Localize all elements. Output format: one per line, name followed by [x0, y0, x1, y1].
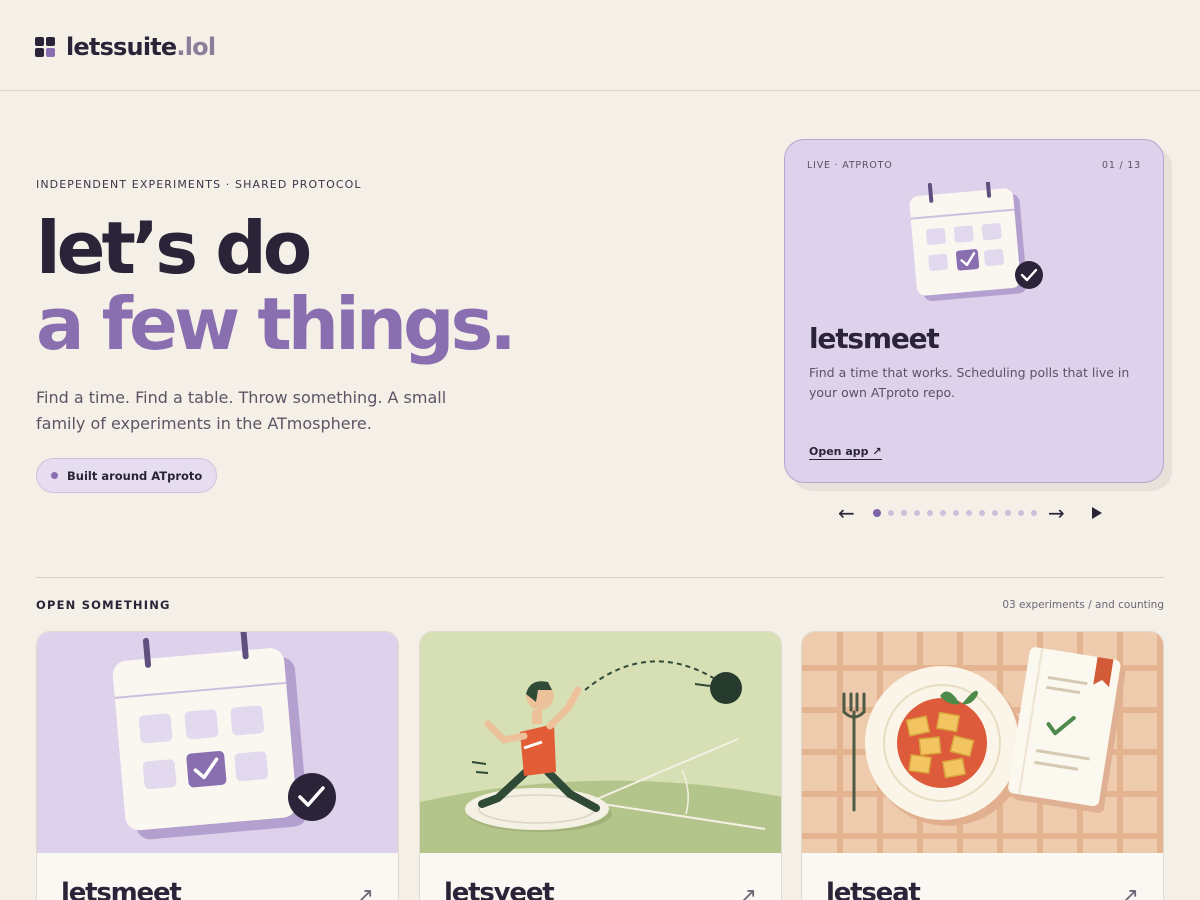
brand-name-main: letssuite: [66, 33, 177, 61]
dinner-plate-menu-icon: [802, 632, 1163, 853]
carousel-dot[interactable]: [966, 510, 972, 516]
headline-line-1: let’s do: [36, 206, 312, 290]
card-title: letsmeet: [61, 878, 182, 900]
carousel-dot[interactable]: [873, 509, 881, 517]
hero-description: Find a time. Find a table. Throw somethi…: [36, 388, 447, 433]
section-title: OPEN SOMETHING: [36, 598, 171, 612]
feature-description: Find a time that works. Scheduling polls…: [809, 365, 1130, 400]
brand-logo[interactable]: letssuite.lol: [35, 33, 216, 61]
logo-mark-icon: [35, 36, 56, 58]
headline-line-2: a few things.: [36, 282, 517, 366]
app-card-letsyeet[interactable]: letsyeet ↗: [419, 631, 782, 900]
badge-dot-icon: [51, 472, 58, 479]
protocol-badge: Built around ATproto: [36, 458, 218, 493]
carousel-dots: [873, 509, 1037, 517]
play-icon[interactable]: [1092, 507, 1102, 519]
carousel-dot[interactable]: [927, 510, 933, 516]
section-divider: [36, 577, 1164, 578]
card-title: letsyeet: [444, 878, 555, 900]
carousel-controls: ← →: [838, 502, 1110, 526]
carousel-dot[interactable]: [1018, 510, 1024, 516]
carousel-dot[interactable]: [992, 510, 998, 516]
carousel-prev-button[interactable]: ←: [838, 502, 855, 524]
hero-headline: let’s do a few things.: [36, 206, 517, 366]
carousel-next-button[interactable]: →: [1048, 502, 1065, 524]
open-arrow-icon[interactable]: ↗: [739, 884, 757, 900]
calendar-check-icon: [909, 182, 1043, 302]
card-title: letseat: [826, 878, 921, 900]
feature-counter: 01 / 13: [1101, 160, 1141, 171]
app-card-letseat[interactable]: letseat ↗: [801, 631, 1164, 900]
carousel-dot[interactable]: [1005, 510, 1011, 516]
carousel-dot[interactable]: [940, 510, 946, 516]
app-card-letsmeet[interactable]: letsmeet ↗: [36, 631, 399, 900]
carousel-dot[interactable]: [914, 510, 920, 516]
shot-put-thrower-icon: [420, 632, 781, 853]
open-app-link[interactable]: Open app ↗: [809, 445, 882, 460]
featured-app-card[interactable]: LIVE · ATPROTO 01 / 13 letsmeet Find a t…: [784, 139, 1164, 483]
open-arrow-icon[interactable]: ↗: [356, 884, 374, 900]
brand-tld: .lol: [176, 33, 216, 61]
carousel-dot[interactable]: [888, 510, 894, 516]
top-bar: letssuite.lol: [0, 0, 1200, 91]
carousel-dot[interactable]: [979, 510, 985, 516]
carousel-dot[interactable]: [1031, 510, 1037, 516]
feature-status: LIVE · ATPROTO: [807, 160, 893, 171]
calendar-check-icon: [37, 632, 398, 853]
feature-title: letsmeet: [809, 322, 940, 355]
carousel-dot[interactable]: [901, 510, 907, 516]
hero-eyebrow: INDEPENDENT EXPERIMENTS · SHARED PROTOCO…: [36, 178, 362, 191]
brand-name: letssuite.lol: [66, 33, 216, 61]
protocol-badge-label: Built around ATproto: [67, 468, 203, 483]
open-arrow-icon[interactable]: ↗: [1121, 884, 1139, 900]
section-meta: 03 experiments / and counting: [1002, 599, 1164, 611]
carousel-dot[interactable]: [953, 510, 959, 516]
